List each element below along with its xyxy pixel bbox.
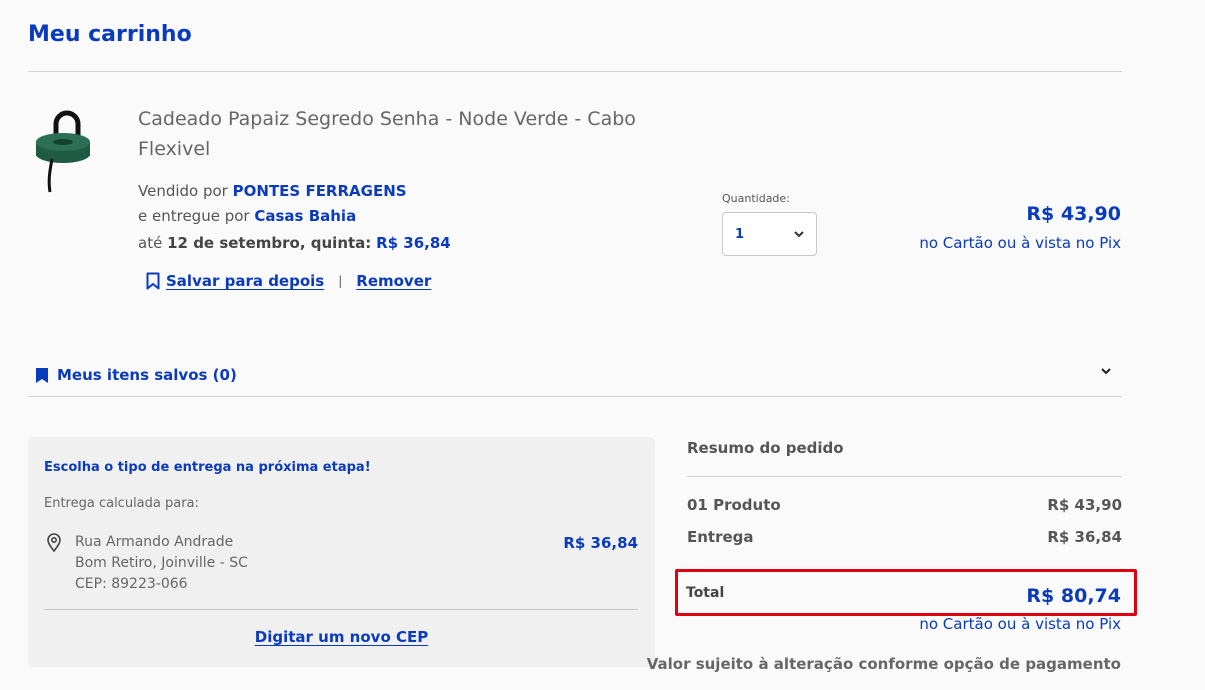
address-city: Bom Retiro, Joinville - SC	[75, 555, 248, 571]
sold-by: Vendido por PONTES FERRAGENS	[138, 182, 407, 200]
actions-separator: |	[338, 274, 343, 288]
product-price: R$ 43,90	[1026, 203, 1121, 225]
bookmark-icon[interactable]	[146, 272, 160, 290]
cart-page: Meu carrinho Cadeado Papaiz Segredo Senh…	[0, 0, 1205, 690]
summary-products-row: 01 Produto R$ 43,90	[687, 496, 1122, 514]
price-disclaimer: Valor sujeito à alteração conforme opção…	[646, 655, 1121, 673]
new-cep-button[interactable]: Digitar um novo CEP	[255, 628, 428, 646]
delivered-by: e entregue por Casas Bahia	[138, 207, 356, 225]
summary-products-value: R$ 43,90	[1047, 496, 1122, 514]
bookmark-filled-icon	[36, 367, 48, 383]
delivery-estimate: até 12 de setembro, quinta: R$ 36,84	[138, 234, 451, 252]
address-cep: CEP: 89223-066	[75, 576, 188, 592]
delivery-address: Rua Armando Andrade Bom Retiro, Joinvill…	[75, 532, 248, 595]
remove-button[interactable]: Remover	[356, 272, 431, 290]
quantity-label: Quantidade:	[722, 192, 790, 205]
delivery-panel: Escolha o tipo de entrega na próxima eta…	[28, 437, 655, 667]
seller-link[interactable]: PONTES FERRAGENS	[233, 182, 407, 200]
quantity-value: 1	[735, 226, 745, 242]
summary-shipping-value: R$ 36,84	[1047, 528, 1122, 546]
divider	[687, 476, 1122, 477]
save-for-later-button[interactable]: Salvar para depois	[166, 272, 324, 290]
delivery-heading: Escolha o tipo de entrega na próxima eta…	[44, 460, 371, 475]
product-actions: Salvar para depois | Remover	[146, 272, 431, 290]
total-value: R$ 80,74	[1026, 585, 1121, 607]
divider	[28, 71, 1122, 72]
location-pin-icon	[47, 533, 61, 552]
new-cep-row: Digitar um novo CEP	[28, 628, 655, 646]
chevron-down-icon	[794, 230, 804, 237]
summary-shipping-label: Entrega	[687, 528, 754, 546]
summary-shipping-row: Entrega R$ 36,84	[687, 528, 1122, 546]
product-image[interactable]	[34, 104, 92, 196]
eta-price: R$ 36,84	[376, 234, 451, 252]
deliverer-link[interactable]: Casas Bahia	[254, 207, 356, 225]
eta-date: 12 de setembro, quinta:	[167, 234, 372, 252]
saved-items-toggle[interactable]: Meus itens salvos (0)	[36, 366, 237, 384]
total-label: Total	[686, 585, 725, 601]
summary-products-label: 01 Produto	[687, 496, 781, 514]
saved-items-label: Meus itens salvos (0)	[57, 366, 237, 384]
product-price-note: no Cartão ou à vista no Pix	[919, 234, 1121, 252]
divider	[44, 609, 638, 610]
sold-by-prefix: Vendido por	[138, 182, 228, 200]
eta-prefix: até	[138, 234, 163, 252]
saved-items-chevron-icon[interactable]	[1101, 368, 1111, 375]
delivered-by-prefix: e entregue por	[138, 207, 250, 225]
divider	[28, 396, 1122, 397]
address-street: Rua Armando Andrade	[75, 534, 234, 550]
quantity-select[interactable]: 1	[722, 212, 817, 256]
product-name[interactable]: Cadeado Papaiz Segredo Senha - Node Verd…	[138, 104, 658, 164]
delivery-price: R$ 36,84	[563, 534, 638, 552]
delivery-calc-label: Entrega calculada para:	[44, 496, 199, 511]
summary-title: Resumo do pedido	[687, 439, 844, 457]
total-note: no Cartão ou à vista no Pix	[919, 615, 1121, 633]
page-title: Meu carrinho	[28, 22, 192, 47]
